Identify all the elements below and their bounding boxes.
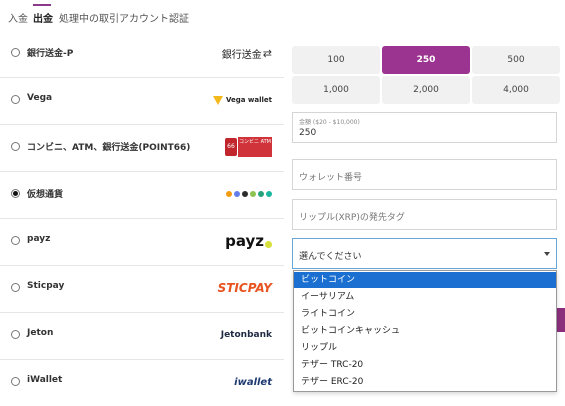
method-label: コンビニ、ATM、銀行送金(POINT66) <box>27 143 191 153</box>
radio-button[interactable] <box>11 236 20 245</box>
amount-button-1000[interactable]: 1,000 <box>292 76 380 104</box>
method-label: Sticpay <box>27 281 65 291</box>
tab-deposit[interactable]: 入金 <box>8 10 28 25</box>
payment-method-jeton[interactable]: Jeton Jetonbank <box>0 312 284 360</box>
tab-pending-transactions[interactable]: 処理中の取引 <box>59 10 119 25</box>
radio-button[interactable] <box>11 48 20 57</box>
wallet-number-placeholder: ウォレット番号 <box>299 173 363 183</box>
payment-method-bank-transfer[interactable]: 銀行送金-P 銀行送金 ⇄ <box>0 30 284 78</box>
iwallet-logo: iwallet <box>234 376 272 388</box>
radio-button[interactable] <box>11 283 20 292</box>
tab-account-verification[interactable]: アカウント認証 <box>119 10 189 25</box>
jetonbank-logo: Jetonbank <box>220 330 272 340</box>
tab-withdraw[interactable]: 出金 <box>33 10 53 25</box>
method-label: payz <box>27 234 51 244</box>
point66-icon: 66 <box>225 138 237 156</box>
option-tether-trc20[interactable]: テザー TRC-20 <box>294 357 556 373</box>
bank-transfer-logo: 銀行送金 ⇄ <box>221 46 272 61</box>
radio-button[interactable] <box>11 330 20 339</box>
payz-dot-icon <box>265 240 272 248</box>
amount-button-250[interactable]: 250 <box>382 46 470 74</box>
bitcoin-icon <box>226 191 232 197</box>
active-tab-indicator <box>33 4 51 6</box>
ethereum-icon <box>234 191 240 197</box>
tron-icon <box>266 191 272 197</box>
amount-button-2000[interactable]: 2,000 <box>382 76 470 104</box>
method-label: iWallet <box>27 375 63 385</box>
amount-value: 250 <box>299 128 317 138</box>
amount-range-label: 金額 ($20 - $10,000) <box>299 119 360 126</box>
payz-logo: payz <box>225 229 272 253</box>
vega-wallet-logo: Vega wallet <box>212 88 272 112</box>
litecoin-icon <box>250 191 256 197</box>
payment-method-sticpay[interactable]: Sticpay STICPAY <box>0 265 284 313</box>
destination-tag-input[interactable]: リップル(XRP)の発先タグ <box>292 199 557 230</box>
payment-method-vega[interactable]: Vega Vega wallet <box>0 77 284 125</box>
method-label: Jeton <box>27 328 54 338</box>
currency-dropdown-list: ビットコイン イーサリアム ライトコイン ビットコインキャッシュ リップル テザ… <box>293 270 557 392</box>
radio-button[interactable] <box>11 95 20 104</box>
option-ethereum[interactable]: イーサリアム <box>294 289 556 305</box>
radio-button[interactable] <box>11 377 20 386</box>
amount-button-4000[interactable]: 4,000 <box>472 76 560 104</box>
option-bitcoin[interactable]: ビットコイン <box>294 272 556 288</box>
sticpay-logo: STICPAY <box>217 281 272 295</box>
payment-method-iwallet[interactable]: iWallet iwallet <box>0 359 284 406</box>
amount-button-100[interactable]: 100 <box>292 46 380 74</box>
currency-select[interactable]: 選んでください <box>292 238 557 269</box>
chevron-down-icon <box>544 252 550 256</box>
payment-method-konbini[interactable]: コンビニ、ATM、銀行送金(POINT66) 66 コンビニ ATM <box>0 124 284 172</box>
method-label: 仮想通貨 <box>27 190 64 200</box>
method-label: 銀行送金-P <box>27 49 74 59</box>
currency-select-value: 選んでください <box>299 252 362 262</box>
radio-button[interactable] <box>11 142 20 151</box>
option-ripple[interactable]: リップル <box>294 340 556 356</box>
amount-button-500[interactable]: 500 <box>472 46 560 74</box>
payment-method-crypto[interactable]: 仮想通貨 <box>0 171 284 219</box>
tab-bar: 入金 出金 処理中の取引 アカウント認証 <box>0 0 565 34</box>
option-tether-erc20[interactable]: テザー ERC-20 <box>294 374 556 390</box>
radio-button[interactable] <box>11 189 20 198</box>
ripple-icon <box>242 191 248 197</box>
amount-input[interactable]: 金額 ($20 - $10,000) 250 <box>292 112 557 143</box>
crypto-icons <box>224 182 272 206</box>
payment-method-payz[interactable]: payz payz <box>0 218 284 266</box>
wallet-number-input[interactable]: ウォレット番号 <box>292 159 557 190</box>
option-bitcoin-cash[interactable]: ビットコインキャッシュ <box>294 323 556 339</box>
destination-tag-placeholder: リップル(XRP)の発先タグ <box>299 213 405 223</box>
method-label: Vega <box>27 93 53 103</box>
vega-icon <box>212 95 223 105</box>
option-litecoin[interactable]: ライトコイン <box>294 306 556 322</box>
tether-icon <box>258 191 264 197</box>
konbini-logo: 66 コンビニ ATM <box>225 135 272 159</box>
